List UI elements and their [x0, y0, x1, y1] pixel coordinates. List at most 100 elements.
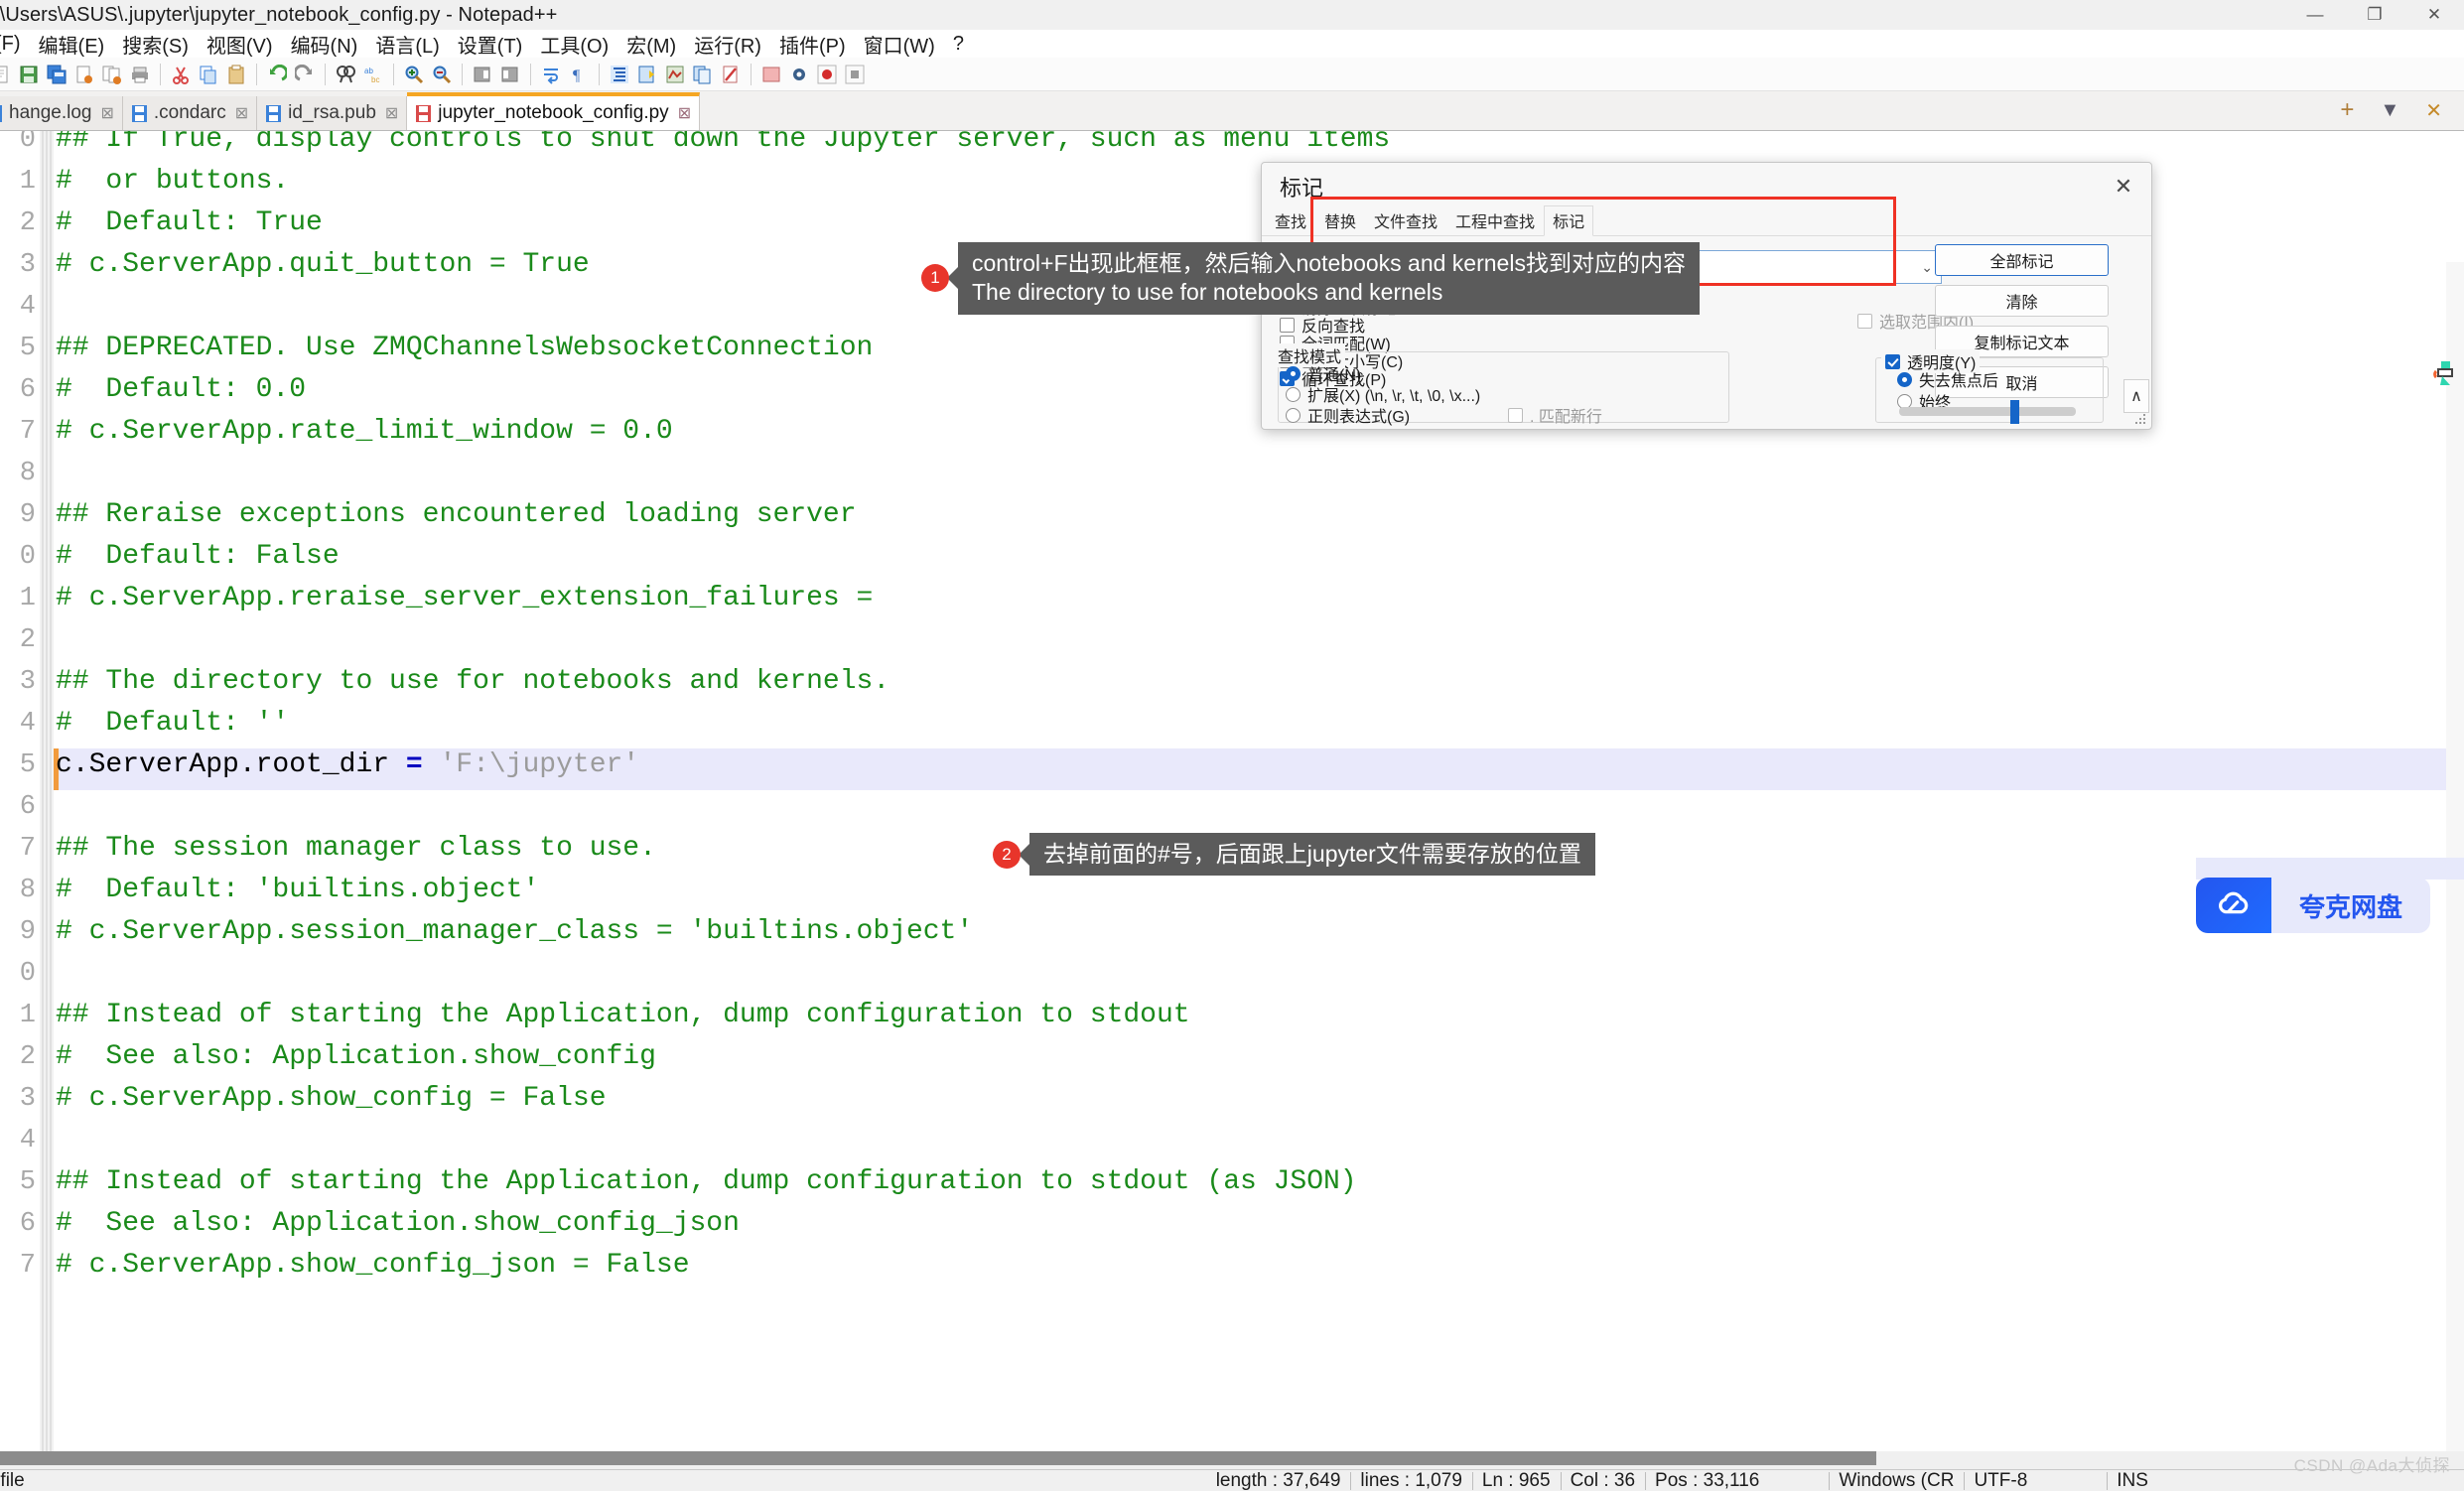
- menu-settings[interactable]: 设置(T): [449, 30, 532, 59]
- code-line[interactable]: ## The session manager class to use.: [56, 834, 656, 864]
- word-wrap-icon[interactable]: [538, 62, 564, 87]
- copy-icon[interactable]: [196, 62, 221, 87]
- toolbar-separator: [160, 63, 161, 85]
- code-line[interactable]: ## If True, display controls to shut dow…: [56, 131, 1390, 155]
- code-line[interactable]: c.ServerApp.root_dir = 'F:\jupyter': [56, 750, 639, 780]
- clone-document-icon[interactable]: [690, 62, 716, 87]
- paste-icon[interactable]: [223, 62, 249, 87]
- menu-plugins[interactable]: 插件(P): [770, 30, 855, 59]
- code-line[interactable]: # Default: True: [56, 208, 323, 238]
- code-line[interactable]: # c.ServerApp.reraise_server_extension_f…: [56, 584, 873, 613]
- code-line[interactable]: # c.ServerApp.show_config_json = False: [56, 1251, 690, 1281]
- close-file-icon[interactable]: [71, 62, 97, 87]
- radio-on-losing-focus[interactable]: 失去焦点后: [1897, 367, 1998, 391]
- tab-idrsapub[interactable]: id_rsa.pub ⊠: [257, 96, 408, 130]
- radio-regex[interactable]: 正则表达式(G): [1286, 403, 1410, 427]
- macro-record-icon[interactable]: [758, 62, 784, 87]
- tab-close-icon[interactable]: ⊠: [385, 103, 398, 123]
- line-number: 3: [19, 250, 36, 280]
- sync-horizontal-icon[interactable]: [497, 62, 523, 87]
- tab-list-chevron-down-icon[interactable]: ▼: [2380, 99, 2399, 122]
- user-language-icon[interactable]: [634, 62, 660, 87]
- code-line[interactable]: ## The directory to use for notebooks an…: [56, 667, 890, 697]
- code-line[interactable]: # c.ServerApp.session_manager_class = 'b…: [56, 917, 973, 947]
- code-line[interactable]: # or buttons.: [56, 167, 289, 197]
- zoom-out-icon[interactable]: [429, 62, 455, 87]
- code-line[interactable]: # c.ServerApp.quit_button = True: [56, 250, 590, 280]
- macro-play-icon[interactable]: [814, 62, 840, 87]
- menu-help[interactable]: ?: [944, 33, 973, 56]
- menu-encoding[interactable]: 编码(N): [282, 30, 367, 59]
- undo-icon[interactable]: [264, 62, 290, 87]
- chevron-down-icon[interactable]: ⌄: [1921, 259, 1933, 276]
- menu-window[interactable]: 窗口(W): [855, 30, 944, 59]
- toolbar-separator: [530, 63, 531, 85]
- minimize-icon[interactable]: —: [2285, 0, 2345, 30]
- code-line[interactable]: ## Instead of starting the Application, …: [56, 1001, 1190, 1030]
- dialog-expand-icon[interactable]: ∧: [2123, 379, 2149, 413]
- dialog-resize-grip[interactable]: [2133, 412, 2147, 426]
- clear-button[interactable]: 清除: [1935, 285, 2109, 317]
- save-all-icon[interactable]: [44, 62, 69, 87]
- indent-guide-icon[interactable]: [607, 62, 632, 87]
- dialog-tab-find[interactable]: 查找: [1266, 205, 1315, 235]
- show-map-icon[interactable]: [662, 62, 688, 87]
- save-icon[interactable]: [16, 62, 42, 87]
- code-line[interactable]: ## Reraise exceptions encountered loadin…: [56, 500, 857, 530]
- transparency-slider-track[interactable]: [1899, 407, 2076, 416]
- sync-vertical-icon[interactable]: [470, 62, 495, 87]
- mark-all-button[interactable]: 全部标记: [1935, 244, 2109, 276]
- checkbox-dot-matches-newline[interactable]: . 匹配新行: [1508, 403, 1602, 427]
- code-line[interactable]: # c.ServerApp.rate_limit_window = 0.0: [56, 417, 673, 447]
- tab-close-icon[interactable]: ⊠: [678, 103, 691, 123]
- close-icon[interactable]: ✕: [2404, 0, 2464, 30]
- new-file-icon[interactable]: [0, 62, 14, 87]
- restore-icon[interactable]: ❐: [2345, 0, 2404, 30]
- vertical-scrollbar[interactable]: [2446, 262, 2464, 1451]
- dialog-tab-replace[interactable]: 替换: [1315, 205, 1365, 235]
- code-line[interactable]: # c.ServerApp.show_config = False: [56, 1084, 607, 1114]
- line-number-gutter: 0 1 2 3 4 5 6 7 8 9 0 1 2 3 4 5 6 7 8 9 0 1 2 3 4 5 6 7: [0, 131, 40, 1451]
- print-icon[interactable]: [127, 62, 153, 87]
- new-tab-plus-icon[interactable]: +: [2340, 96, 2354, 124]
- quark-netdisk-widget[interactable]: 夸克网盘: [2196, 878, 2430, 933]
- menu-file[interactable]: (F): [0, 33, 30, 56]
- monitoring-icon[interactable]: [718, 62, 744, 87]
- redo-icon[interactable]: [292, 62, 318, 87]
- show-all-chars-icon[interactable]: ¶: [566, 62, 592, 87]
- menu-language[interactable]: 语言(L): [366, 30, 448, 59]
- code-line[interactable]: # Default: 'builtins.object': [56, 876, 539, 905]
- close-tab-icon[interactable]: ✕: [2425, 98, 2442, 123]
- menu-edit[interactable]: 编辑(E): [30, 30, 114, 59]
- tab-changelog[interactable]: hange.log ⊠: [0, 96, 123, 130]
- code-line[interactable]: ## Instead of starting the Application, …: [56, 1167, 1357, 1197]
- dialog-tab-find-in-projects[interactable]: 工程中查找: [1446, 205, 1544, 235]
- menu-tools[interactable]: 工具(O): [531, 30, 617, 59]
- code-line[interactable]: # Default: 0.0: [56, 375, 306, 405]
- dialog-tab-mark[interactable]: 标记: [1544, 205, 1594, 236]
- menu-view[interactable]: 视图(V): [198, 30, 282, 59]
- code-line[interactable]: # See also: Application.show_config: [56, 1042, 656, 1072]
- dialog-close-icon[interactable]: ✕: [2104, 170, 2143, 203]
- menu-macro[interactable]: 宏(M): [617, 30, 685, 59]
- dialog-tab-find-in-files[interactable]: 文件查找: [1365, 205, 1446, 235]
- tab-jupyter-notebook-config[interactable]: jupyter_notebook_config.py ⊠: [407, 92, 701, 130]
- tab-condarc[interactable]: .condarc ⊠: [122, 96, 258, 130]
- zoom-in-icon[interactable]: [401, 62, 427, 87]
- code-line[interactable]: # Default: False: [56, 542, 340, 572]
- code-line[interactable]: ## DEPRECATED. Use ZMQChannelsWebsocketC…: [56, 334, 873, 363]
- macro-stop-icon[interactable]: [786, 62, 812, 87]
- find-icon[interactable]: [333, 62, 358, 87]
- cut-icon[interactable]: [168, 62, 194, 87]
- menu-run[interactable]: 运行(R): [685, 30, 770, 59]
- horizontal-scrollbar-thumb[interactable]: [0, 1451, 1876, 1465]
- code-line[interactable]: # Default: '': [56, 709, 289, 739]
- transparency-slider-thumb[interactable]: [2010, 400, 2019, 424]
- tab-close-icon[interactable]: ⊠: [100, 103, 113, 123]
- close-all-icon[interactable]: [99, 62, 125, 87]
- replace-icon[interactable]: ab bc: [360, 62, 386, 87]
- menu-search[interactable]: 搜索(S): [113, 30, 198, 59]
- macro-stop-square-icon[interactable]: [842, 62, 868, 87]
- tab-close-icon[interactable]: ⊠: [235, 103, 248, 123]
- code-line[interactable]: # See also: Application.show_config_json: [56, 1209, 740, 1239]
